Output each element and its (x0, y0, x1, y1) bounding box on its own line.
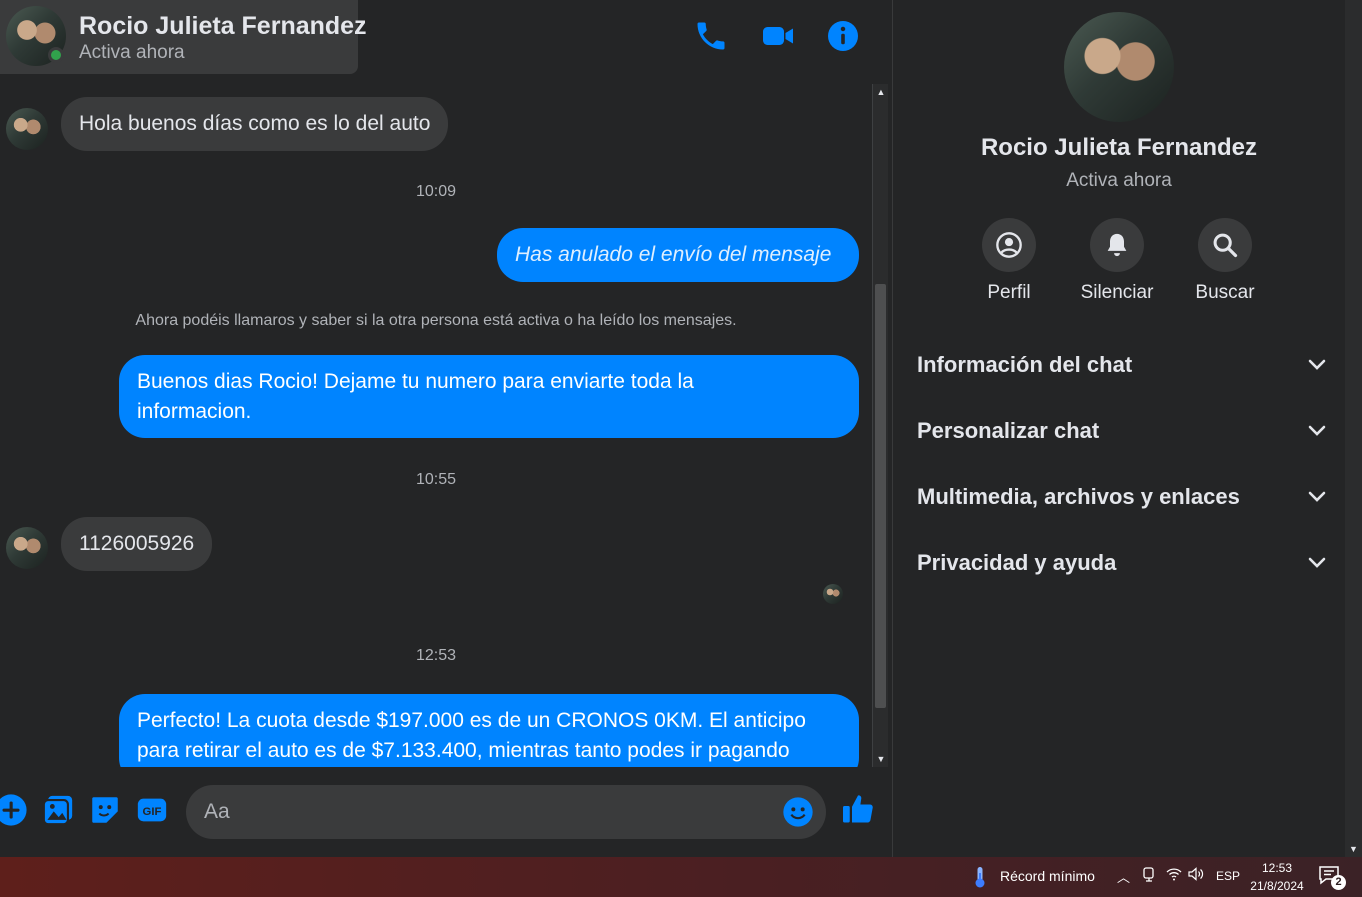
volume-icon[interactable] (1188, 867, 1204, 884)
chat-details-panel: Rocio Julieta Fernandez Activa ahora Per… (892, 0, 1362, 857)
scroll-down-arrow-icon[interactable]: ▼ (873, 751, 889, 767)
search-label: Buscar (1195, 282, 1255, 303)
info-icon[interactable] (825, 18, 861, 54)
chevron-up-icon[interactable]: ︿ (1117, 867, 1130, 886)
clock-date: 21/8/2024 (1250, 879, 1304, 893)
system-notice: Ahora podéis llamaros y saber si la otra… (135, 312, 737, 329)
photo-icon[interactable] (41, 793, 75, 827)
message-input[interactable] (204, 785, 774, 839)
chevron-down-icon (1308, 359, 1326, 370)
message-input-box[interactable] (186, 785, 826, 839)
timestamp: 10:09 (415, 183, 457, 200)
section-privacy-help[interactable]: Privacidad y ayuda (917, 538, 1327, 588)
online-status-dot (48, 47, 64, 63)
section-title: Privacidad y ayuda (917, 550, 1117, 575)
contact-name: Rocio Julieta Fernandez (79, 12, 367, 40)
message-list[interactable]: Hola buenos días como es lo del auto 10:… (0, 84, 872, 767)
wifi-icon[interactable] (1166, 867, 1182, 884)
like-icon[interactable] (840, 791, 874, 825)
weather-text: Récord mínimo (1000, 868, 1095, 884)
message-incoming[interactable]: 1126005926 (61, 517, 213, 571)
message-scrollbar[interactable]: ▲ ▼ (872, 84, 888, 767)
gif-label: GIF (143, 806, 162, 818)
message-line: Buenos dias Rocio! Dejame tu numero para… (137, 370, 694, 393)
chevron-down-icon (1308, 491, 1326, 502)
section-customize-chat[interactable]: Personalizar chat (917, 406, 1327, 456)
message-line: informacion. (137, 400, 252, 423)
sender-avatar (6, 108, 48, 150)
gif-icon[interactable]: GIF (135, 793, 169, 827)
profile-icon (982, 218, 1036, 272)
mute-button[interactable]: Silenciar (1067, 218, 1167, 304)
sender-avatar (6, 527, 48, 569)
timestamp: 10:55 (415, 471, 457, 488)
side-panel-scrollbar[interactable]: ▼ (1345, 0, 1362, 857)
chevron-down-icon (1308, 425, 1326, 436)
scroll-up-arrow-icon[interactable]: ▲ (873, 84, 889, 100)
messenger-window: Rocio Julieta Fernandez Activa ahora Hol… (0, 0, 1362, 897)
notifications-button[interactable]: 2 (1318, 865, 1348, 891)
message-outgoing[interactable]: Buenos dias Rocio! Dejame tu numero para… (119, 355, 859, 438)
section-title: Multimedia, archivos y enlaces (917, 484, 1240, 509)
video-camera-icon[interactable] (760, 18, 796, 54)
contact-status: Activa ahora (79, 42, 185, 63)
add-icon[interactable] (0, 793, 28, 827)
mute-label: Silenciar (1080, 282, 1154, 303)
sticker-icon[interactable] (88, 793, 122, 827)
message-outgoing[interactable]: Perfecto! La cuota desde $197.000 es de … (119, 694, 859, 767)
section-chat-info[interactable]: Información del chat (917, 340, 1327, 390)
chat-panel: Rocio Julieta Fernandez Activa ahora Hol… (0, 0, 892, 857)
profile-name: Rocio Julieta Fernandez (980, 134, 1258, 161)
message-incoming[interactable]: Hola buenos días como es lo del auto (61, 97, 449, 151)
contact-header-button[interactable]: Rocio Julieta Fernandez Activa ahora (0, 0, 367, 74)
section-media-files-links[interactable]: Multimedia, archivos y enlaces (917, 472, 1327, 522)
search-icon (1198, 218, 1252, 272)
windows-taskbar: Récord mínimo ︿ ESP 12:53 21/8/2024 2 (0, 857, 1362, 897)
scroll-down-arrow-icon[interactable]: ▼ (1345, 841, 1362, 857)
chevron-down-icon (1308, 557, 1326, 568)
clock[interactable]: 12:53 21/8/2024 (1244, 859, 1310, 895)
emoji-icon[interactable] (782, 796, 814, 828)
search-button[interactable]: Buscar (1175, 218, 1275, 304)
chat-header: Rocio Julieta Fernandez Activa ahora (0, 0, 892, 80)
profile-button[interactable]: Perfil (959, 218, 1059, 304)
message-line: para retirar el auto es de $7.133.400, m… (137, 739, 790, 762)
message-unsent[interactable]: Has anulado el envío del mensaje (497, 228, 859, 282)
profile-status: Activa ahora (1066, 170, 1172, 191)
language-indicator[interactable]: ESP (1216, 869, 1240, 883)
notification-badge: 2 (1331, 875, 1346, 890)
section-title: Información del chat (917, 352, 1133, 377)
phone-icon[interactable] (693, 18, 729, 54)
meet-icon[interactable] (1142, 867, 1156, 886)
thermometer-icon (975, 867, 985, 888)
read-receipt-avatar (823, 584, 843, 604)
composer: GIF (0, 767, 892, 857)
clock-time: 12:53 (1261, 861, 1293, 875)
message-line: Perfecto! La cuota desde $197.000 es de … (137, 709, 806, 732)
section-title: Personalizar chat (917, 418, 1100, 443)
profile-label: Perfil (987, 282, 1031, 303)
scrollbar-thumb[interactable] (875, 284, 886, 708)
weather-widget[interactable]: Récord mínimo (968, 865, 1095, 889)
timestamp: 12:53 (415, 647, 457, 664)
bell-icon (1090, 218, 1144, 272)
profile-avatar[interactable] (1064, 12, 1174, 122)
